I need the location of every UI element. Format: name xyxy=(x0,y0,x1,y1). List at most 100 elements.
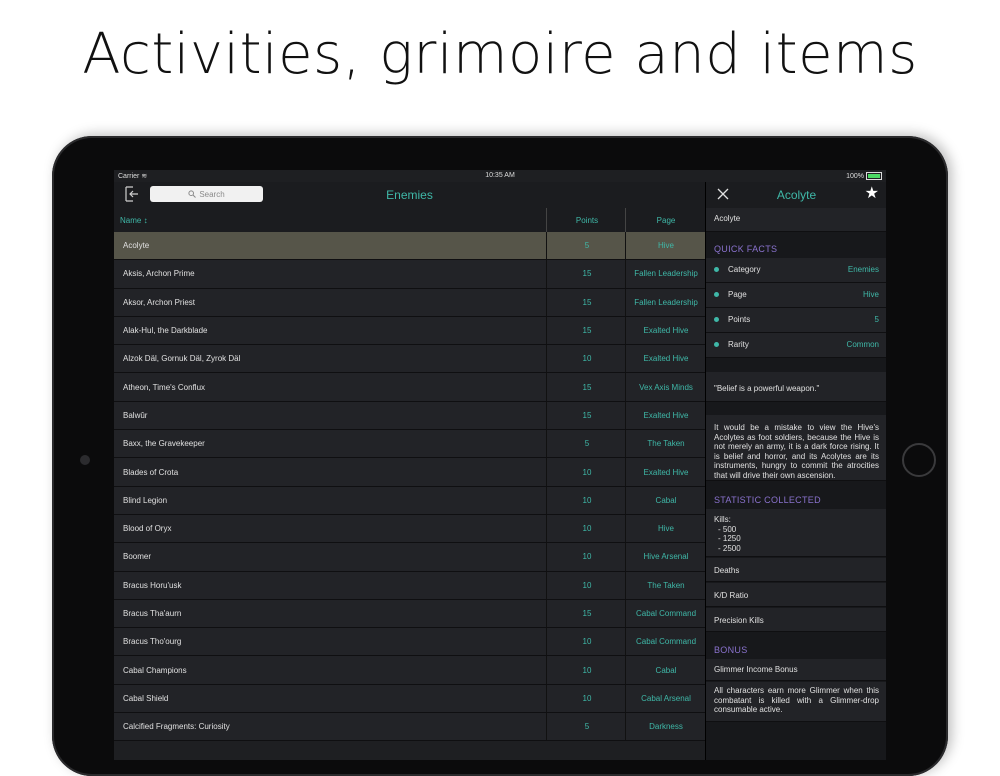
row-page: Fallen Leadership xyxy=(625,260,706,288)
description-text: It would be a mistake to view the Hive's… xyxy=(706,415,886,481)
row-page: Hive Arsenal xyxy=(625,543,706,571)
bullet-icon xyxy=(714,317,719,322)
row-name: Boomer xyxy=(123,552,152,562)
row-page: Exalted Hive xyxy=(625,316,706,345)
bullet-icon xyxy=(714,267,719,272)
row-points: 15 xyxy=(546,401,627,430)
table-row[interactable]: Blood of Oryx 10 Hive xyxy=(114,514,705,544)
row-points: 10 xyxy=(546,684,627,713)
fact-rarity: Rarity Common xyxy=(706,333,886,358)
row-page: Fallen Leadership xyxy=(625,288,706,316)
row-name: Aksor, Archon Priest xyxy=(123,297,196,307)
sort-icon: ↕ xyxy=(143,215,148,225)
row-points: 5 xyxy=(546,232,627,260)
row-name: Blind Legion xyxy=(123,495,168,505)
table-row[interactable]: Aksor, Archon Priest 15 Fallen Leadership xyxy=(114,288,706,317)
row-name: Baxx, the Gravekeeper xyxy=(123,439,205,449)
row-points: 10 xyxy=(546,486,627,514)
home-button[interactable] xyxy=(902,443,936,477)
row-name: Cabal Champions xyxy=(123,665,187,675)
fact-page: Page Hive xyxy=(706,283,886,308)
table-row[interactable]: Blind Legion 10 Cabal xyxy=(114,486,706,515)
table-row[interactable]: Alak-Hul, the Darkblade 15 Exalted Hive xyxy=(114,316,706,346)
row-page: Cabal Command xyxy=(625,599,706,628)
table-row[interactable]: Alzok Däl, Gornuk Däl, Zyrok Däl 10 Exalte… xyxy=(114,345,706,374)
stat-kd-ratio: K/D Ratio xyxy=(706,583,886,607)
column-header-name[interactable]: Name ↕ xyxy=(120,208,148,232)
row-page: Vex Axis Minds xyxy=(625,373,706,401)
list-title: Enemies xyxy=(386,188,433,202)
row-name: Bracus Tho'ourg xyxy=(123,637,182,647)
row-points: 10 xyxy=(546,514,627,543)
table-row[interactable]: Cabal Shield 10 Cabal Arsenal xyxy=(114,684,705,714)
table-row[interactable]: Calcified Fragments: Curiosity 5 Darkness xyxy=(114,713,706,742)
kills-tier: - 1250 xyxy=(718,534,741,543)
table-row[interactable]: Aksis, Archon Prime 15 Fallen Leadership xyxy=(114,260,706,289)
kills-block: Kills: - 500 - 1250 - 2500 xyxy=(706,509,886,557)
list-pane: Search Enemies Name ↕ Points Page Acolyt… xyxy=(114,182,705,760)
headline: Activities, grimoire and items xyxy=(82,22,918,87)
row-name: Bracus Tha'aurn xyxy=(123,609,182,618)
detail-name: Acolyte xyxy=(706,208,886,232)
row-points: 10 xyxy=(546,656,627,684)
bonus-title: Glimmer Income Bonus xyxy=(706,659,886,681)
row-page: Exalted Hive xyxy=(625,458,706,486)
row-name: Acolyte xyxy=(123,241,150,251)
column-header-points[interactable]: Points xyxy=(546,208,627,232)
row-points: 15 xyxy=(546,316,627,345)
row-points: 15 xyxy=(546,288,627,316)
status-bar: Carrier ≋ 10:35 AM 100% xyxy=(114,170,886,182)
row-page: Cabal xyxy=(625,486,706,514)
row-points: 10 xyxy=(546,628,627,656)
row-name: Calcified Fragments: Curiosity xyxy=(123,722,230,732)
detail-title: Acolyte xyxy=(776,188,817,202)
bonus-header: BONUS xyxy=(714,645,748,655)
table-row[interactable]: Blades of Crota 10 Exalted Hive xyxy=(114,458,706,487)
row-points: 15 xyxy=(546,599,627,628)
table-row[interactable]: Baxx, the Gravekeeper 5 The Taken xyxy=(114,430,705,459)
stat-deaths: Deaths xyxy=(706,558,886,582)
row-points: 15 xyxy=(546,373,627,401)
kills-tier: - 500 xyxy=(718,524,737,534)
bullet-icon xyxy=(714,342,719,347)
bonus-text: All characters earn more Glimmer when th… xyxy=(706,682,886,722)
table-row[interactable]: Acolyte 5 Hive xyxy=(114,232,706,261)
row-page: The Taken xyxy=(625,571,706,599)
camera xyxy=(80,455,90,465)
row-points: 10 xyxy=(546,345,627,373)
row-page: Cabal Command xyxy=(625,628,706,656)
battery-indicator: 100% xyxy=(846,172,882,180)
table-row[interactable]: Balwûr 15 Exalted Hive xyxy=(114,401,705,431)
row-page: Hive xyxy=(625,232,706,260)
row-name: Bracus Horu'usk xyxy=(123,580,182,590)
table-row[interactable]: Bracus Tho'ourg 10 Cabal Command xyxy=(114,628,706,657)
table-row[interactable]: Atheon, Time's Conflux 15 Vex Axis Minds xyxy=(114,373,706,402)
clock: 10:35 AM xyxy=(485,172,515,179)
stat-precision-kills: Precision Kills xyxy=(706,608,886,632)
row-name: Blood of Oryx xyxy=(123,524,172,534)
app-screen: Carrier ≋ 10:35 AM 100% Search Enemies N… xyxy=(114,170,886,760)
row-points: 10 xyxy=(546,571,627,599)
star-icon[interactable]: ★ xyxy=(865,185,879,203)
table-row[interactable]: Bracus Tha'aurn 15 Cabal Command xyxy=(114,599,706,629)
quote-text: "Belief is a powerful weapon." xyxy=(706,372,886,402)
row-name: Cabal Shield xyxy=(123,693,169,703)
table-row[interactable]: Bracus Horu'usk 10 The Taken xyxy=(114,571,706,600)
detail-navbar: Acolyte ★ xyxy=(706,182,886,209)
kills-label: Kills: xyxy=(714,515,731,524)
quick-facts-header: QUICK FACTS xyxy=(714,244,778,254)
table-row[interactable]: Boomer 10 Hive Arsenal xyxy=(114,543,706,572)
row-name: Aksis, Archon Prime xyxy=(123,269,195,279)
row-page: Exalted Hive xyxy=(625,345,706,373)
row-name: Blades of Crota xyxy=(123,467,179,477)
fact-category: Category Enemies xyxy=(706,258,886,283)
table-row[interactable]: Cabal Champions 10 Cabal xyxy=(114,656,705,685)
fact-points: Points 5 xyxy=(706,308,886,333)
row-page: Darkness xyxy=(625,713,706,741)
row-points: 5 xyxy=(546,713,627,741)
statistic-header: STATISTIC COLLECTED xyxy=(714,495,821,505)
kills-tier: - 2500 xyxy=(718,543,741,553)
detail-pane: Acolyte ★ Acolyte QUICK FACTS Category En… xyxy=(705,182,886,760)
row-name: Alzok Däl, Gornuk Däl, Zyrok Däl xyxy=(123,354,241,364)
column-header-page[interactable]: Page xyxy=(625,208,706,232)
